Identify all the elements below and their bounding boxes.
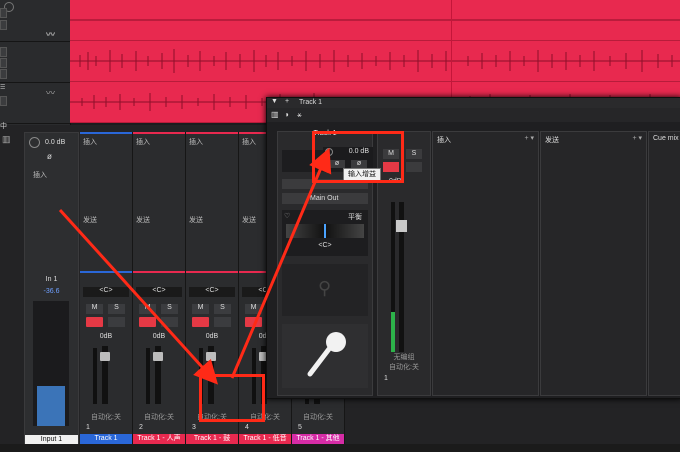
annotation-arrows xyxy=(58,147,332,385)
arrow-to-gain xyxy=(230,147,332,379)
arrow-to-strip xyxy=(58,208,219,385)
